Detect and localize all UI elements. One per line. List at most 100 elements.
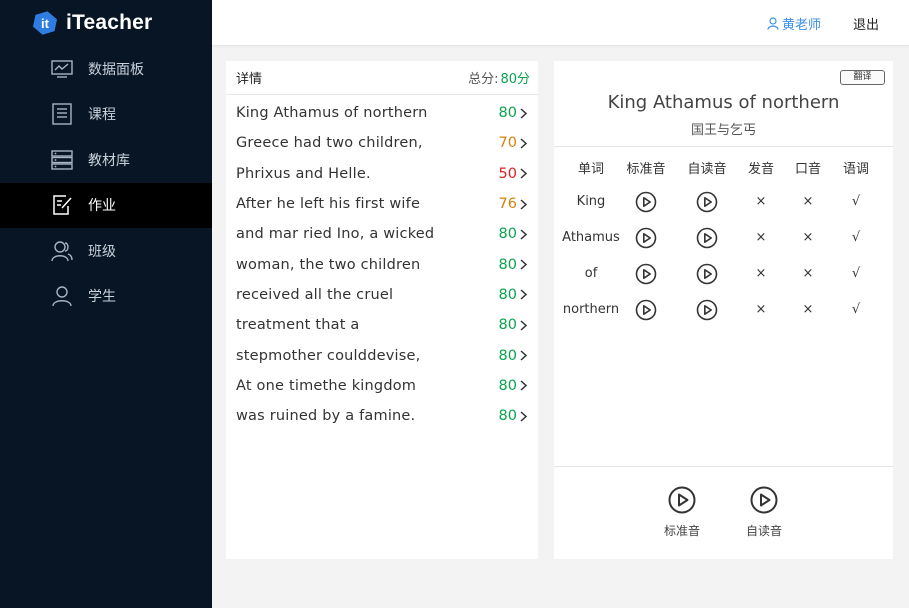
sentence-text: At one timethe kingdom (236, 377, 417, 394)
student-icon (51, 285, 73, 307)
library-icon (51, 149, 73, 171)
sentence-row[interactable]: King Athamus of northern 80 (226, 98, 538, 128)
chevron-right-icon (520, 229, 530, 240)
total-score-value: 80分 (500, 72, 530, 87)
play-self-audio-icon[interactable] (677, 191, 737, 213)
word-text: of (584, 266, 598, 281)
translate-button[interactable]: 翻译 (840, 70, 885, 85)
word-analysis-panel: 翻译 King Athamus of northern 国王与乞丐 单词标准音 自… (554, 61, 893, 559)
play-standard-audio-icon[interactable] (616, 299, 676, 321)
sidebar-item-label: 教材库 (88, 152, 130, 169)
self-read-audio-button[interactable]: 自读音 (734, 486, 794, 539)
divider (554, 146, 893, 147)
top-header: 黄老师 退出 (212, 0, 909, 46)
sentence-score: 50 (498, 165, 517, 182)
sentence-score: 80 (498, 347, 517, 364)
sentence-score: 80 (498, 317, 517, 334)
course-list-icon (51, 103, 73, 125)
sentence-row[interactable]: received all the cruel 80 (226, 280, 538, 310)
sentence-text: Greece had two children, (236, 135, 423, 152)
sidebar-item-course[interactable]: 课程 (0, 92, 212, 138)
sentence-text: was ruined by a famine. (236, 408, 416, 425)
sidebar: it iTeacher 数据面板 课程 教材库 作业 班级 学生 (0, 0, 212, 608)
detail-panel: 详情 总分: 80分 King Athamus of northern 80 Gre… (226, 61, 538, 559)
sentence-text: woman, the two children (236, 256, 421, 273)
sentence-score: 80 (498, 286, 517, 303)
logout-button[interactable]: 退出 (853, 14, 879, 33)
play-standard-audio-icon[interactable] (616, 227, 676, 249)
user-menu[interactable]: 黄老师 (767, 14, 821, 33)
sentence-text: treatment that a (236, 317, 360, 334)
app-logo[interactable]: it iTeacher (32, 9, 152, 37)
chevron-right-icon (520, 320, 530, 331)
intonation-result: √ (851, 302, 861, 317)
sentence-text: After he left his first wife (236, 196, 421, 213)
chevron-right-icon (520, 198, 530, 210)
sidebar-item-label: 作业 (88, 198, 116, 215)
play-self-audio-icon[interactable] (677, 227, 737, 249)
sentence-score: 80 (498, 408, 517, 425)
class-group-icon (51, 240, 73, 262)
sentence-text: received all the cruel (236, 286, 394, 303)
sidebar-item-library[interactable]: 教材库 (0, 137, 212, 183)
chevron-right-icon (520, 411, 530, 422)
sidebar-item-label: 课程 (88, 107, 116, 124)
app-name: iTeacher (66, 11, 153, 34)
play-self-audio-icon[interactable] (677, 299, 737, 321)
column-header: 语调 (842, 162, 869, 177)
sentence-row[interactable]: was ruined by a famine. 80 (226, 401, 538, 431)
sentence-row[interactable]: Phrixus and Helle. 50 (226, 159, 538, 189)
sentence-translation: 国王与乞丐 (690, 123, 756, 138)
sidebar-item-dashboard[interactable]: 数据面板 (0, 46, 212, 92)
intonation-result: √ (851, 194, 861, 209)
chevron-right-icon (520, 259, 530, 270)
sidebar-item-label: 数据面板 (88, 61, 144, 78)
chevron-right-icon (520, 108, 530, 119)
standard-audio-label: 标准音 (663, 524, 700, 538)
sidebar-item-homework[interactable]: 作业 (0, 182, 212, 228)
sidebar-item-class[interactable]: 班级 (0, 228, 212, 274)
sentence-text: and mar ried Ino, a wicked (236, 226, 435, 243)
user-name: 黄老师 (781, 18, 821, 33)
sidebar-item-label: 班级 (88, 243, 116, 260)
logo-icon: it (32, 10, 58, 36)
current-sentence: King Athamus of northern (607, 92, 840, 113)
sentence-score: 80 (498, 256, 517, 273)
sentence-score: 80 (498, 226, 517, 243)
sentence-row[interactable]: treatment that a 80 (226, 310, 538, 340)
sentence-row[interactable]: After he left his first wife 76 (226, 189, 538, 219)
sidebar-item-student[interactable]: 学生 (0, 274, 212, 320)
standard-audio-button[interactable]: 标准音 (652, 486, 712, 539)
svg-text:it: it (41, 16, 50, 31)
chevron-right-icon (520, 138, 530, 149)
sentence-score: 70 (498, 135, 517, 152)
self-read-audio-label: 自读音 (745, 524, 782, 538)
play-standard-audio-icon[interactable] (616, 191, 676, 213)
sentence-text: stepmother coulddevise, (236, 347, 421, 364)
chevron-right-icon (520, 350, 530, 361)
sentence-list: King Athamus of northern 80 Greece had two… (226, 95, 538, 431)
sentence-row[interactable]: and mar ried Ino, a wicked 80 (226, 219, 538, 249)
sentence-row[interactable]: stepmother coulddevise, 80 (226, 340, 538, 370)
intonation-result: √ (851, 230, 861, 245)
sentence-row[interactable]: woman, the two children 80 (226, 249, 538, 279)
column-header: 单词 (577, 162, 604, 177)
detail-header: 详情 总分: 80分 (226, 61, 538, 95)
homework-icon (51, 194, 73, 216)
sentence-row[interactable]: At one timethe kingdom 80 (226, 371, 538, 401)
play-self-audio-icon[interactable] (677, 263, 737, 285)
dashboard-icon (51, 58, 73, 80)
chevron-right-icon (520, 168, 530, 179)
sentence-row[interactable]: Greece had two children, 70 (226, 128, 538, 158)
play-icon (750, 486, 778, 514)
sentence-text: King Athamus of northern (236, 105, 428, 122)
play-standard-audio-icon[interactable] (616, 263, 676, 285)
sentence-score: 76 (498, 196, 517, 213)
sentence-score: 80 (498, 377, 517, 394)
user-icon (767, 17, 779, 30)
sentence-score: 80 (498, 105, 517, 122)
play-icon (668, 486, 696, 514)
detail-title: 详情 (236, 72, 263, 87)
column-header: 自读音 (687, 162, 727, 177)
word-text: northern (562, 302, 620, 317)
